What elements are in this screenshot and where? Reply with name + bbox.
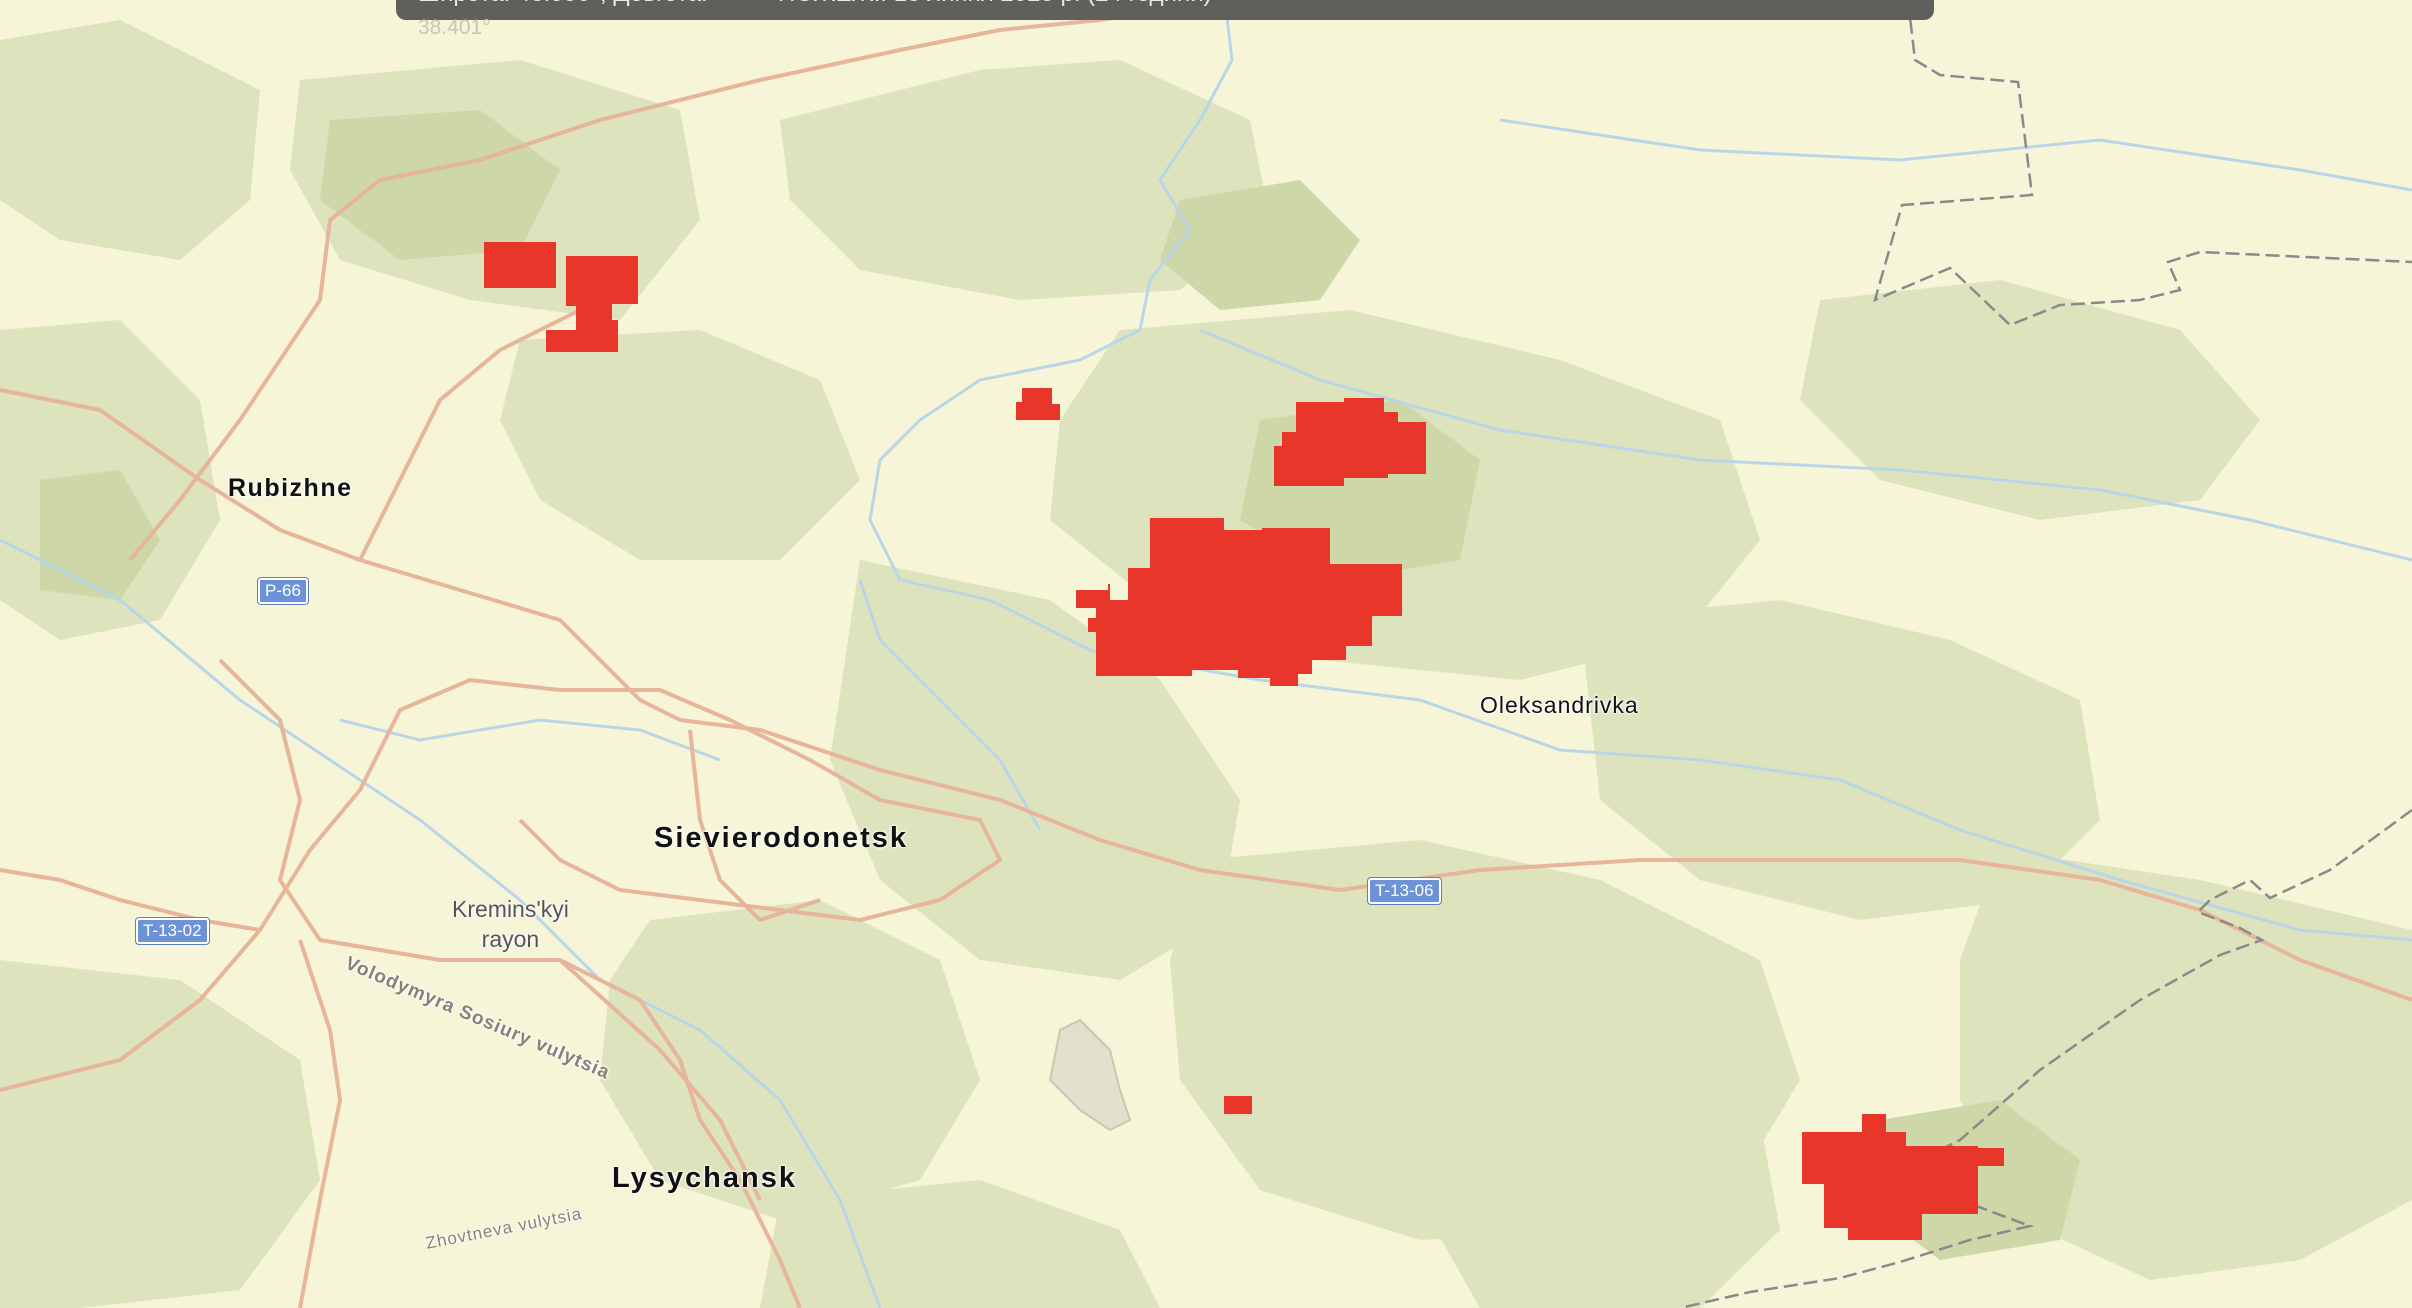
- place-label-rubizhne: Rubizhne: [228, 474, 353, 502]
- place-label-sievierodonetsk: Sievierodonetsk: [654, 822, 909, 854]
- fire-cluster: [1016, 388, 1060, 420]
- road-shield-t1302: T-13-02: [136, 918, 209, 944]
- district-label-kreminskyi: Kremins'kyi rayon: [452, 894, 569, 954]
- fire-cluster: [1224, 1096, 1252, 1114]
- place-label-oleksandrivka: Oleksandrivka: [1480, 692, 1639, 718]
- reservoir: [1048, 1018, 1132, 1132]
- coordinates-text: Широта: 48.990°, Довгота:: [418, 0, 708, 8]
- district-label-line1: Kremins'kyi: [452, 896, 569, 922]
- fire-cluster: [484, 242, 556, 288]
- district-label-line2: rayon: [481, 926, 540, 952]
- info-bar: Широта: 48.990°, Довгота: ПОЖЕЖІ: 13 лип…: [396, 0, 1934, 20]
- map-layer: [0, 0, 2412, 1308]
- fire-date-text: ПОЖЕЖІ: 13 липня 2023 р. (24 години): [778, 0, 1212, 8]
- road-shield-p66: P-66: [258, 578, 308, 604]
- longitude-tail: 38.401°: [418, 16, 491, 39]
- road-shield-t1306: T-13-06: [1368, 878, 1441, 904]
- place-label-lysychansk: Lysychansk: [612, 1162, 797, 1194]
- map-canvas[interactable]: Rubizhne Sievierodonetsk Lysychansk Olek…: [0, 0, 2412, 1308]
